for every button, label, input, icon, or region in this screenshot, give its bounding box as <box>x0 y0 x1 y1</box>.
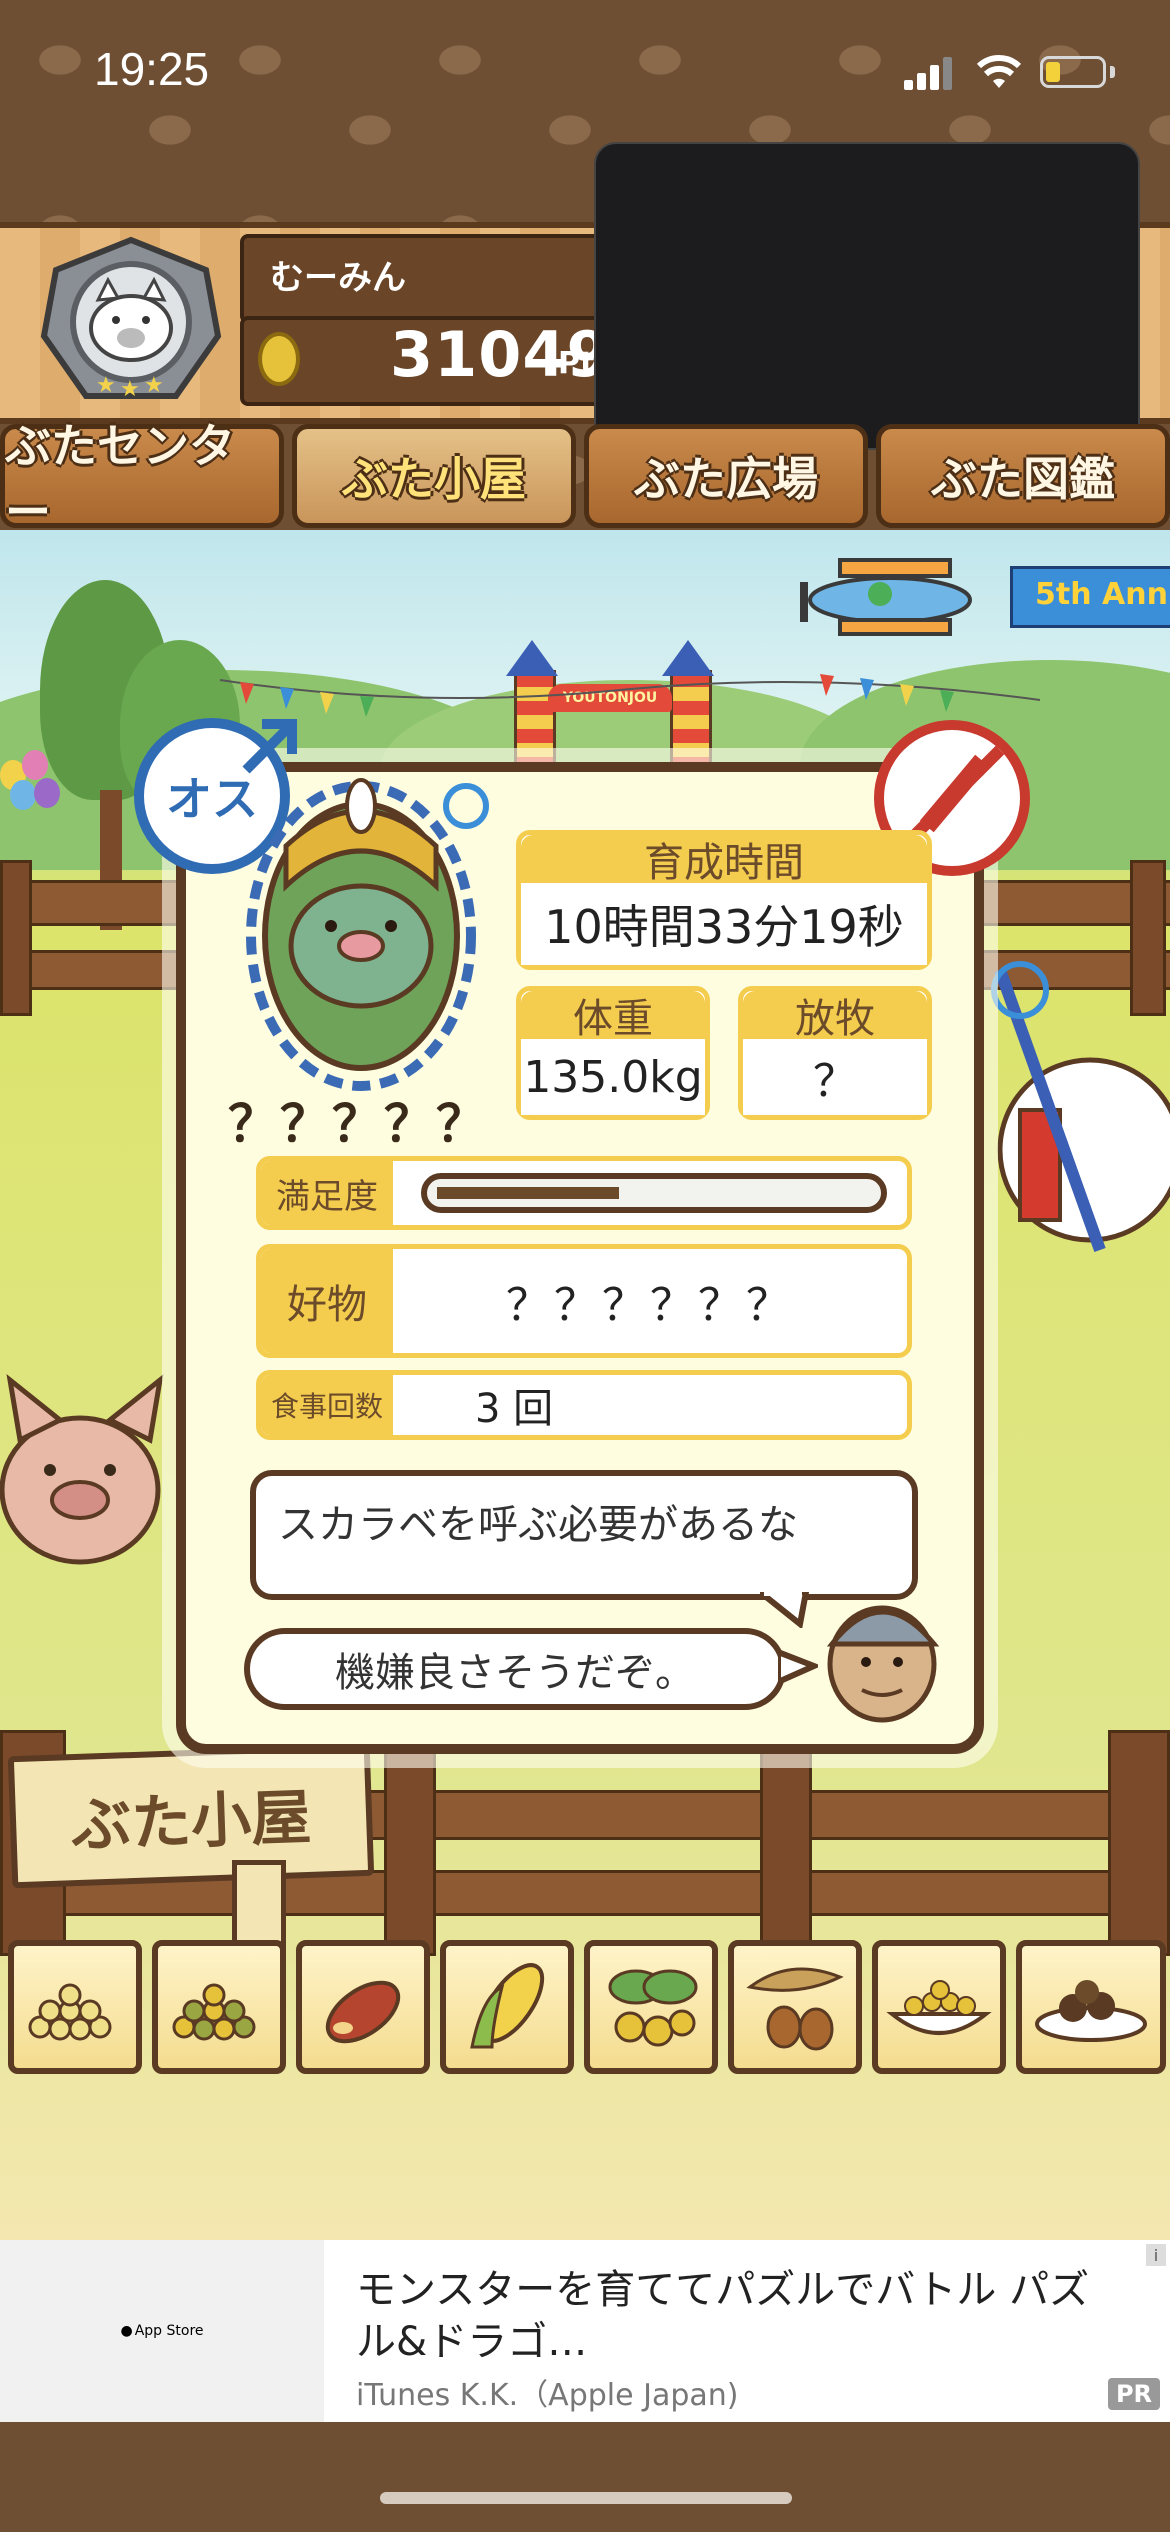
anniversary-banner: 5th Anni <box>1010 566 1170 628</box>
points-unit: Pt <box>558 346 595 381</box>
fence-post <box>0 860 32 1016</box>
ad-banner[interactable]: ● App Store モンスターを育ててパズルでバトル パズル&ドラゴ… iTu… <box>0 2240 1170 2422</box>
player-name: むーみん <box>270 258 406 298</box>
airplane-icon <box>800 558 972 636</box>
balloons-icon <box>0 750 60 850</box>
weight-value: 135.0kg <box>521 1039 705 1115</box>
farmer-avatar-icon[interactable] <box>816 1586 950 1726</box>
svg-text:★: ★ <box>120 377 140 402</box>
grazing-value: ？ <box>743 1039 927 1115</box>
grain-bowl-icon <box>886 1980 992 2035</box>
raising-time-label: 育成時間 <box>521 835 927 886</box>
leaf-nuts-icon <box>608 1969 698 2047</box>
acorns-icon <box>746 1967 844 2051</box>
cellular-signal-icon <box>904 56 954 90</box>
grazing-box: 放牧 ？ <box>738 986 932 1120</box>
redacted-overlay <box>594 142 1140 450</box>
mixed-beans-icon <box>172 1983 256 2041</box>
satisfaction-meter <box>421 1173 887 1213</box>
satisfaction-label: 満足度 <box>261 1161 393 1225</box>
male-arrow-icon <box>242 719 297 774</box>
raising-time-value: 10時間33分19秒 <box>521 883 927 965</box>
tab-buta-koya[interactable]: ぶた小屋 <box>292 424 576 528</box>
food-slot-chestnut-plate[interactable] <box>1016 1940 1166 2074</box>
svg-text:★: ★ <box>144 373 164 398</box>
bottom-background <box>0 2422 1170 2532</box>
status-bar: 19:25 <box>0 0 1170 140</box>
bunting-flags <box>220 674 1040 717</box>
tab-buta-zukan[interactable]: ぶた図鑑 <box>876 424 1170 528</box>
ad-info-icon[interactable]: i <box>1146 2244 1166 2266</box>
tab-buta-hiroba[interactable]: ぶた広場 <box>584 424 868 528</box>
speech-bubble-mood: 機嫌良さそうだぞ。 <box>244 1628 786 1710</box>
speech-bubble-tail <box>778 1648 818 1686</box>
battery-icon <box>1040 56 1106 88</box>
speech-hint-text: スカラベを呼ぶ必要があるな <box>278 1502 798 1548</box>
speech-bubble-tail <box>760 1592 810 1628</box>
wifi-icon <box>976 55 1022 88</box>
fence-post <box>760 1750 812 1956</box>
home-indicator[interactable] <box>380 2492 792 2504</box>
ad-title[interactable]: モンスターを育ててパズルでバトル パズル&ドラゴ… <box>356 2264 1116 2368</box>
pig-character-left[interactable] <box>0 1370 180 1570</box>
meals-label: 食事回数 <box>261 1375 393 1435</box>
pig-portrait <box>246 778 489 1091</box>
tab-buta-center[interactable]: ぶたセンター <box>0 419 284 539</box>
favorite-value: ？？？？？？ <box>506 1280 794 1331</box>
meals-row: 食事回数 3 回 <box>256 1370 912 1440</box>
pen-signpost: ぶた小屋 <box>7 1743 375 1889</box>
food-slot-leaf-nuts[interactable] <box>584 1940 718 2074</box>
app-store-text: App Store <box>134 2323 204 2339</box>
meals-value: 3 回 <box>475 1386 554 1432</box>
battery-cap <box>1110 66 1115 78</box>
fence-post <box>384 1750 436 1956</box>
speech-mood-text: 機嫌良さそうだぞ。 <box>335 1650 695 1696</box>
app-store-label: ● App Store <box>120 2323 204 2339</box>
coin-icon <box>258 332 300 386</box>
fence-post <box>1108 1730 1170 1956</box>
chestnut-plate-icon <box>1035 1980 1147 2042</box>
status-time: 19:25 <box>94 43 210 95</box>
ad-subtitle: iTunes K.K.（Apple Japan) <box>356 2378 739 2413</box>
satisfaction-row: 満足度 <box>256 1156 912 1230</box>
weight-box: 体重 135.0kg <box>516 986 710 1120</box>
pig-character-right[interactable] <box>980 950 1170 1270</box>
weight-label: 体重 <box>521 991 705 1042</box>
svg-text:★: ★ <box>96 373 116 398</box>
grazing-label: 放牧 <box>743 991 927 1042</box>
soybeans-icon <box>28 1983 112 2041</box>
pen-sign-text: ぶた小屋 <box>70 1782 313 1861</box>
pig-name: ？？？？？ <box>228 1095 488 1153</box>
raising-time-box: 育成時間 10時間33分19秒 <box>516 830 932 970</box>
food-slot-soybeans[interactable] <box>8 1940 142 2074</box>
corn-icon <box>470 1963 545 2049</box>
ad-pr-badge: PR <box>1108 2378 1160 2410</box>
food-slot-mixed-beans[interactable] <box>152 1940 286 2074</box>
food-slot-corn[interactable] <box>440 1940 574 2074</box>
food-slot-grain-bowl[interactable] <box>872 1940 1006 2074</box>
food-slot-acorns[interactable] <box>728 1940 862 2074</box>
favorite-row: 好物 ？？？？？？ <box>256 1244 912 1358</box>
rank-badge-icon[interactable]: ★ ★ ★ <box>36 236 226 406</box>
speech-bubble-hint: スカラベを呼ぶ必要があるな <box>250 1470 918 1600</box>
satisfaction-fill <box>437 1187 619 1199</box>
banner-text: 5th Anni <box>1035 577 1170 612</box>
food-slot-sweet-potato[interactable] <box>296 1940 430 2074</box>
sweet-potato-icon <box>325 1980 401 2044</box>
favorite-label: 好物 <box>261 1249 393 1353</box>
